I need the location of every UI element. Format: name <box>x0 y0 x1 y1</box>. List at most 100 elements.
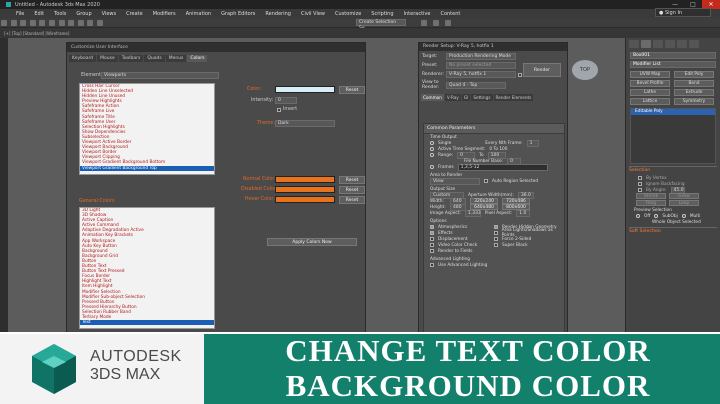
target-dropdown[interactable]: Production Rendering Mode <box>446 53 516 60</box>
render-setup-icon[interactable] <box>421 20 427 26</box>
preview-multi-radio[interactable] <box>681 214 686 218</box>
frames-field[interactable]: 1,3,5-12 <box>457 163 548 171</box>
selection-set-dropdown[interactable]: Create Selection Se <box>356 19 406 31</box>
menu-item-customize[interactable]: Customize <box>335 11 361 17</box>
common-section-header[interactable]: Common Parameters <box>424 124 564 134</box>
menu-item-file[interactable]: File <box>16 11 24 17</box>
list-item[interactable]: Text <box>80 320 214 326</box>
snap-icon[interactable] <box>77 20 84 26</box>
selection-rollout[interactable]: Selection <box>629 166 717 173</box>
menu-item-create[interactable]: Create <box>126 11 143 17</box>
shrink-button[interactable]: Shrink <box>636 193 666 199</box>
loop-button[interactable]: Loop <box>669 200 699 206</box>
modifier-button-symmetry[interactable]: Symmetry <box>674 98 714 105</box>
menu-item-content[interactable]: Content <box>440 11 460 17</box>
tab-quads[interactable]: Quads <box>144 55 165 62</box>
object-name-field[interactable]: Box001 <box>630 52 716 59</box>
hover-color-swatch[interactable] <box>275 196 335 203</box>
hierarchy-tab-icon[interactable] <box>653 40 663 48</box>
align-icon[interactable] <box>96 20 103 26</box>
save-file-checkbox[interactable] <box>518 72 522 77</box>
undo-icon[interactable] <box>1 20 7 26</box>
height-field[interactable]: 480 <box>450 203 466 211</box>
tab-settings[interactable]: Settings <box>471 94 493 101</box>
modifier-button-lathe[interactable]: Lathe <box>630 89 670 96</box>
create-tab-icon[interactable] <box>629 40 639 48</box>
reset-hover-button[interactable]: Reset <box>339 196 365 204</box>
menu-item-group[interactable]: Group <box>76 11 91 17</box>
elements-list[interactable]: Cross Hair Cursor Hidden Line Unselected H… <box>79 83 215 175</box>
menu-item-graph-editors[interactable]: Graph Editors <box>221 11 255 17</box>
tab-render-elements[interactable]: Render Elements <box>493 94 534 101</box>
redo-icon[interactable] <box>10 20 17 26</box>
by-vertex-checkbox[interactable] <box>638 176 642 180</box>
modifier-button-bend[interactable]: Bend <box>674 80 714 87</box>
preset-dropdown[interactable]: No preset selected <box>446 62 516 69</box>
single-radio[interactable] <box>430 141 434 145</box>
disabled-color-swatch[interactable] <box>275 186 335 193</box>
area-dropdown[interactable]: View <box>430 177 480 185</box>
rotate-icon[interactable] <box>58 20 65 26</box>
general-colors-list[interactable]: 3D Light 3D Shadow Active Caption Active Co… <box>79 207 215 329</box>
invert-checkbox[interactable]: Invert <box>277 107 297 112</box>
menu-item-edit[interactable]: Edit <box>34 11 44 17</box>
menu-item-interactive[interactable]: Interactive <box>404 11 431 17</box>
range-from-field[interactable]: 0 <box>457 151 476 159</box>
modify-tab-icon[interactable] <box>641 40 651 48</box>
menu-item-animation[interactable]: Animation <box>186 11 212 17</box>
tab-colors[interactable]: Colors <box>187 55 208 62</box>
unlink-icon[interactable] <box>29 20 36 26</box>
reset-normal-button[interactable]: Reset <box>339 176 365 184</box>
active-segment-radio[interactable] <box>430 147 434 151</box>
tab-toolbars[interactable]: Toolbars <box>118 55 144 62</box>
modifier-stack[interactable]: Editable Poly <box>630 108 716 164</box>
modifier-button-uvw-map[interactable]: UVW Map <box>630 71 670 78</box>
grow-button[interactable]: Grow <box>669 193 699 199</box>
soft-selection-rollout[interactable]: Soft Selection <box>629 227 717 234</box>
link-icon[interactable] <box>20 20 27 26</box>
modifier-button-extrude[interactable]: Extrude <box>674 89 714 96</box>
ring-button[interactable]: Ring <box>636 200 666 206</box>
menu-item-civil-view[interactable]: Civil View <box>301 11 325 17</box>
view-dropdown[interactable]: Quad 4 - Top <box>446 81 506 89</box>
apply-colors-button[interactable]: Apply Colors Now <box>267 238 357 246</box>
menu-item-scripting[interactable]: Scripting <box>371 11 393 17</box>
modifier-button-lattice[interactable]: Lattice <box>630 98 670 105</box>
utilities-tab-icon[interactable] <box>689 40 699 48</box>
scale-icon[interactable] <box>68 20 75 26</box>
auto-region-checkbox[interactable] <box>484 179 488 183</box>
menu-item-tools[interactable]: Tools <box>54 11 66 17</box>
modifier-list-dropdown[interactable]: Modifier List <box>630 61 716 68</box>
renderer-dropdown[interactable]: V-Ray 5, hotfix 1 <box>446 71 516 78</box>
every-nth-field[interactable]: 1 <box>526 139 539 147</box>
display-tab-icon[interactable] <box>677 40 687 48</box>
reset-disabled-button[interactable]: Reset <box>339 186 365 194</box>
color-swatch[interactable] <box>275 86 335 93</box>
render-button[interactable]: Render <box>523 63 561 77</box>
by-angle-checkbox[interactable] <box>638 188 642 192</box>
view-cube[interactable]: TOP <box>572 60 598 80</box>
modifier-button-bevel-profile[interactable]: Bevel Profile <box>630 80 670 87</box>
tab-gi[interactable]: GI <box>461 94 471 101</box>
theme-dropdown[interactable]: Dark <box>275 120 335 127</box>
sign-in-button[interactable]: ● Sign In <box>655 8 711 17</box>
frames-radio[interactable] <box>430 165 434 169</box>
intensity-field[interactable]: 0 <box>275 97 297 104</box>
tab-common[interactable]: Common <box>421 94 444 101</box>
reset-color-button[interactable]: Reset <box>339 86 365 94</box>
use-advanced-checkbox[interactable] <box>430 263 434 267</box>
preview-subobj-radio[interactable] <box>654 214 659 218</box>
option-row[interactable]: Render to Fields <box>430 248 494 254</box>
ignore-backfacing-checkbox[interactable] <box>638 182 642 186</box>
mirror-icon[interactable] <box>87 20 94 26</box>
stack-item[interactable]: Editable Poly <box>631 109 715 115</box>
list-item[interactable]: Viewport Gradient Background Top <box>80 165 214 171</box>
range-to-field[interactable]: 100 <box>487 151 506 159</box>
viewport-label[interactable]: [+] [Top] [Standard] [Wireframe] <box>4 31 69 36</box>
pixel-aspect-field[interactable]: 1.0 <box>516 209 531 217</box>
option-row[interactable]: Super Black <box>494 242 558 248</box>
select-icon[interactable] <box>39 20 46 26</box>
move-icon[interactable] <box>48 20 55 26</box>
elements-dropdown[interactable]: Viewports <box>101 72 219 79</box>
render-icon[interactable] <box>445 20 451 26</box>
